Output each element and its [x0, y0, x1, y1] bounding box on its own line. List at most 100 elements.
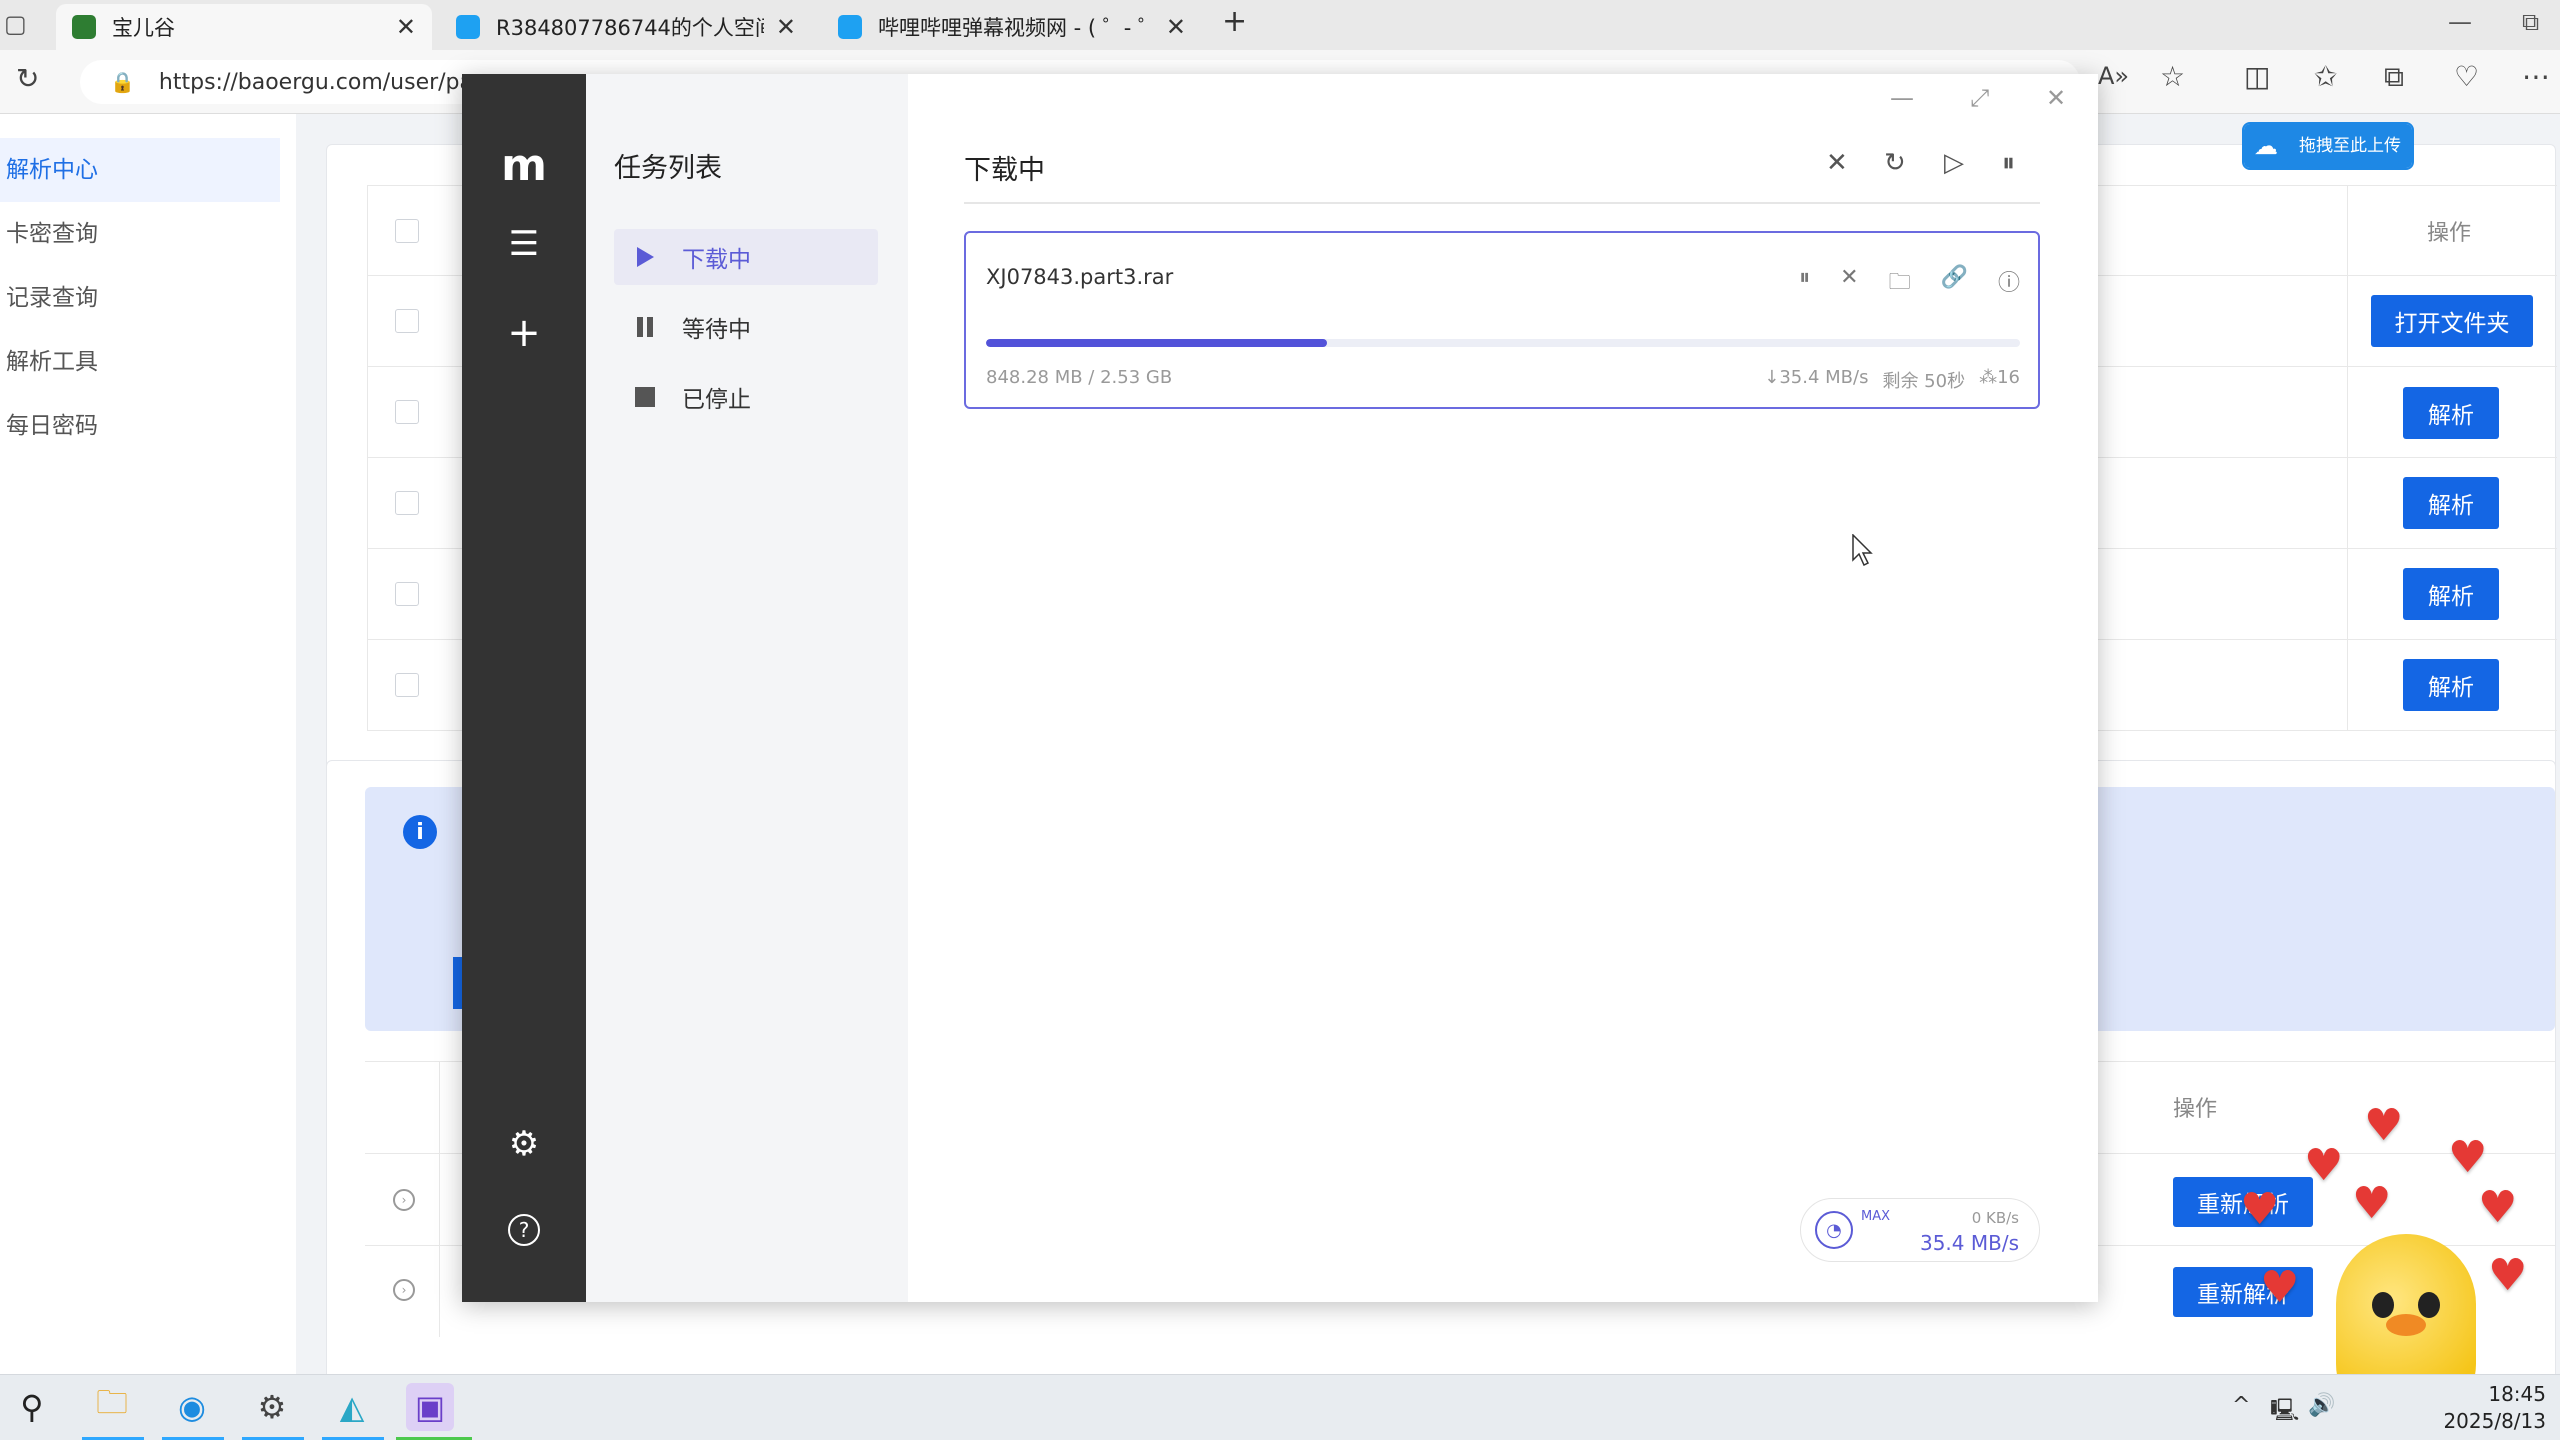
- pause-icon: [634, 316, 656, 338]
- favorite-star-icon[interactable]: ☆: [2160, 60, 2185, 93]
- copy-link-icon[interactable]: 🔗: [1941, 265, 1968, 303]
- delete-task-icon[interactable]: ✕: [1826, 148, 1848, 178]
- url-text: https://baoergu.com/user/pars: [158, 69, 494, 95]
- clock-time: 18:45: [2488, 1382, 2546, 1406]
- new-tab-button[interactable]: +: [1222, 4, 1247, 39]
- app-maximize-icon[interactable]: ⤢: [1970, 84, 1989, 112]
- select-all-checkbox[interactable]: [395, 219, 419, 243]
- bilibili-favicon-icon: [838, 15, 862, 39]
- nav-parse-tools[interactable]: 解析工具: [0, 330, 296, 394]
- row-checkbox[interactable]: [395, 582, 419, 606]
- parse-button[interactable]: 解析: [2403, 568, 2499, 620]
- bilibili-favicon-icon: [456, 15, 480, 39]
- pause-task-icon[interactable]: ⏸: [1799, 265, 1810, 303]
- open-folder-icon[interactable]: 🗀: [1889, 265, 1911, 303]
- task-filter-label: 下载中: [682, 247, 751, 273]
- tab-actions-icon[interactable]: ▢: [4, 10, 27, 38]
- row-checkbox[interactable]: [395, 673, 419, 697]
- split-screen-icon[interactable]: ◫: [2244, 60, 2270, 93]
- task-speed: ↓35.4 MB/s: [1764, 367, 1869, 388]
- menu-icon[interactable]: ☰: [462, 224, 586, 264]
- close-tab-icon[interactable]: ✕: [396, 13, 416, 41]
- browser-essentials-icon[interactable]: ♡: [2454, 60, 2479, 93]
- favorites-list-icon[interactable]: ✩: [2314, 60, 2337, 93]
- expand-row-icon[interactable]: ›: [393, 1279, 415, 1301]
- refresh-tasks-icon[interactable]: ↻: [1884, 148, 1906, 178]
- close-tab-icon[interactable]: ✕: [1166, 13, 1186, 41]
- task-filter-stopped[interactable]: 已停止: [614, 369, 878, 425]
- mouse-cursor-icon: [1852, 534, 1873, 566]
- task-list-title: 任务列表: [614, 153, 722, 184]
- help-icon[interactable]: ?: [462, 1214, 586, 1246]
- tab-bilibili-home[interactable]: 哔哩哔哩弹幕视频网 - ( ゜- ゜)つ ✕: [822, 4, 1202, 50]
- volume-icon[interactable]: 🔊: [2308, 1393, 2335, 1418]
- heart-icon: ♥: [2352, 1178, 2392, 1229]
- parse-button[interactable]: 解析: [2403, 387, 2499, 439]
- network-icon[interactable]: 🖳: [2270, 1393, 2299, 1431]
- system-clock[interactable]: 18:45 2025/8/13: [2443, 1381, 2546, 1435]
- resume-all-icon[interactable]: ▷: [1944, 148, 1964, 178]
- show-hidden-icons[interactable]: ^: [2232, 1393, 2250, 1418]
- settings-sliders-icon[interactable]: ⚙: [462, 1124, 586, 1164]
- task-stats: ↓35.4 MB/s 剩余 50秒 ⁂16: [1764, 367, 2020, 393]
- download-task-card[interactable]: XJ07843.part3.rar ⏸ ✕ 🗀 🔗 ⓘ 848.28 MB / …: [964, 231, 2040, 409]
- nav-daily-password[interactable]: 每日密码: [0, 394, 296, 458]
- tab-baoergu[interactable]: 宝儿谷 ✕: [56, 4, 432, 50]
- app-sidebar-rail: m ☰ + ⚙ ?: [462, 74, 586, 1302]
- drag-upload-badge[interactable]: ☁ 拖拽至此上传: [2242, 122, 2414, 170]
- speed-max-label: MAX: [1861, 1209, 1891, 1224]
- app-close-icon[interactable]: ✕: [2046, 84, 2066, 112]
- collections-icon[interactable]: ⧉: [2384, 60, 2404, 94]
- nav-parse-center[interactable]: 解析中心: [0, 138, 280, 202]
- task-filter-label: 等待中: [682, 317, 751, 343]
- drag-upload-label: 拖拽至此上传: [2288, 124, 2412, 168]
- cloud-upload-icon: ☁: [2244, 124, 2288, 168]
- info-icon: i: [403, 815, 437, 849]
- row-checkbox[interactable]: [395, 491, 419, 515]
- delete-task-icon[interactable]: ✕: [1840, 265, 1858, 303]
- downloader-window: m ☰ + ⚙ ? 任务列表 下载中 等待中 已停止 — ⤢ ✕ 下载中 ✕ ↻…: [462, 74, 2098, 1302]
- settings-gear-icon[interactable]: ⚙: [248, 1383, 296, 1431]
- task-filter-waiting[interactable]: 等待中: [614, 299, 878, 355]
- pause-all-icon[interactable]: ⏸: [2002, 148, 2015, 179]
- search-icon[interactable]: ⚲: [8, 1383, 56, 1431]
- nav-record-query[interactable]: 记录查询: [0, 266, 296, 330]
- minimize-window-icon[interactable]: —: [2448, 8, 2472, 36]
- app-icon[interactable]: ◭: [328, 1383, 376, 1431]
- close-tab-icon[interactable]: ✕: [776, 13, 796, 41]
- tab-bilibili-space[interactable]: R384807786744的个人空间-R38... ✕: [440, 4, 812, 50]
- downloader-app-icon[interactable]: ▣: [406, 1383, 454, 1431]
- task-info-icon[interactable]: ⓘ: [1998, 265, 2020, 303]
- download-speed: 35.4 MB/s: [1919, 1231, 2019, 1255]
- stop-icon: [634, 386, 656, 408]
- file-explorer-icon[interactable]: 🗀: [88, 1383, 136, 1431]
- upload-speed: 0 KB/s: [1971, 1209, 2019, 1227]
- task-connections: ⁂16: [1979, 367, 2020, 393]
- connections-icon: ⁂: [1979, 367, 1998, 388]
- browser-tabbar: ▢ 宝儿谷 ✕ R384807786744的个人空间-R38... ✕ 哔哩哔哩…: [0, 0, 2560, 50]
- nav-card-query[interactable]: 卡密查询: [0, 202, 296, 266]
- speedometer-icon: ◔: [1815, 1211, 1853, 1249]
- heart-icon: ♥: [2488, 1250, 2528, 1301]
- row-checkbox[interactable]: [395, 400, 419, 424]
- read-aloud-icon[interactable]: A»: [2098, 62, 2129, 90]
- task-list-panel: 任务列表 下载中 等待中 已停止: [586, 74, 908, 1302]
- restore-window-icon[interactable]: ⧉: [2522, 8, 2539, 36]
- tab-title: 宝儿谷: [112, 16, 175, 40]
- section-title: 下载中: [964, 155, 1045, 186]
- add-task-icon[interactable]: +: [462, 310, 586, 356]
- edge-browser-icon[interactable]: ◉: [168, 1383, 216, 1431]
- expand-row-icon[interactable]: ›: [393, 1189, 415, 1211]
- clock-date: 2025/8/13: [2443, 1409, 2546, 1433]
- open-folder-button[interactable]: 打开文件夹: [2371, 295, 2533, 347]
- speed-limit-widget[interactable]: ◔ MAX 0 KB/s 35.4 MB/s: [1800, 1198, 2040, 1262]
- parse-button[interactable]: 解析: [2403, 659, 2499, 711]
- refresh-icon[interactable]: ↻: [16, 62, 39, 95]
- row-checkbox[interactable]: [395, 309, 419, 333]
- more-menu-icon[interactable]: ⋯: [2522, 60, 2550, 93]
- task-actions: ⏸ ✕ 🗀 🔗 ⓘ: [1799, 265, 2020, 303]
- task-filter-label: 已停止: [682, 387, 751, 413]
- parse-button[interactable]: 解析: [2403, 477, 2499, 529]
- task-filter-downloading[interactable]: 下载中: [614, 229, 878, 285]
- app-minimize-icon[interactable]: —: [1890, 84, 1914, 112]
